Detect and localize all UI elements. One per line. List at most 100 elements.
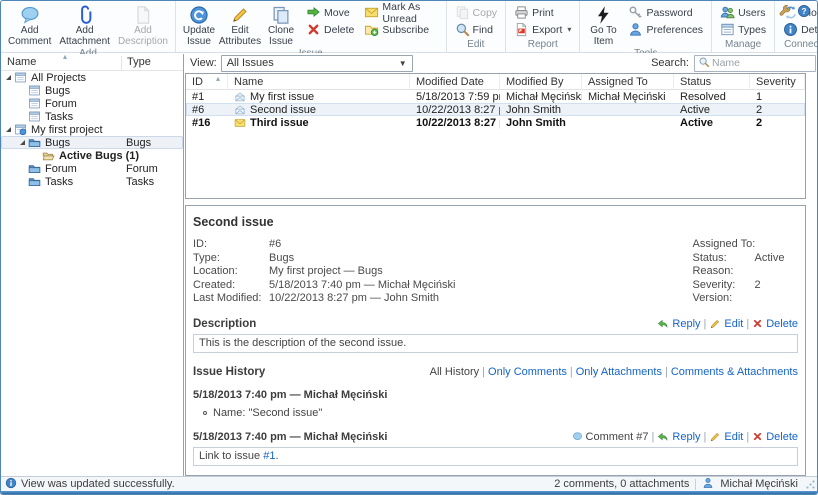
subscribe-button[interactable]: Subscribe (359, 21, 442, 38)
password-button[interactable]: Password (623, 4, 708, 21)
column-header-status[interactable]: Status (674, 74, 750, 90)
main-toolbar: AddCommentAddAttachmentAddDescriptionAdd… (1, 1, 817, 53)
info-icon (5, 477, 17, 492)
tree-item-tasks[interactable]: TasksTasks (1, 175, 183, 188)
issue-details-panel: Second issue ID:#6Type:BugsLocation:My f… (185, 205, 806, 476)
expander-icon[interactable] (20, 140, 25, 145)
filter-comments-attachments[interactable]: Comments & Attachments (671, 366, 798, 378)
expander-icon[interactable] (6, 127, 11, 132)
tree-item-label: All Projects (31, 72, 86, 84)
add-comment-label: AddComment (8, 26, 51, 47)
column-header-modified-date[interactable]: Modified Date (410, 74, 500, 90)
list-icon (28, 84, 41, 97)
main-area: View: All Issues ▼ Search: ID▴NameModifi… (185, 53, 816, 476)
preferences-button[interactable]: Preferences (623, 21, 708, 38)
users-button[interactable]: Users (715, 4, 771, 21)
help-icon[interactable]: ? (797, 4, 811, 21)
delete-label: Delete (324, 24, 354, 36)
issue-modified-date: 5/18/2013 7:59 pm (410, 91, 500, 103)
wrench-icon[interactable] (778, 4, 792, 21)
toolbar-stack: UsersTypes (715, 2, 771, 39)
edit-link[interactable]: Edit (709, 318, 743, 330)
filter-only-attachments[interactable]: Only Attachments (576, 366, 662, 378)
clone-issue-button[interactable]: CloneIssue (261, 2, 301, 48)
filter-only-comments[interactable]: Only Comments (488, 366, 567, 378)
attribute-label: Last Modified: (193, 292, 269, 305)
expander-icon[interactable] (6, 75, 11, 80)
issue-attributes: ID:#6Type:BugsLocation:My first project … (193, 238, 798, 305)
find-button[interactable]: Find (450, 21, 503, 38)
issue-name: My first issue (250, 91, 314, 103)
issue-modified-date: 10/22/2013 8:27 pm (410, 104, 500, 116)
add-description-button[interactable]: AddDescription (114, 2, 172, 48)
list-icon (28, 110, 41, 123)
add-comment-button[interactable]: AddComment (4, 2, 55, 48)
status-separator (695, 479, 696, 490)
status-right-area: 2 comments, 0 attachments Michał Męcińsk… (554, 477, 815, 492)
tree-item-bugs[interactable]: Bugs (1, 84, 183, 97)
sort-arrow-icon: ▴ (63, 52, 67, 61)
resize-grip[interactable] (806, 480, 815, 489)
copy-button[interactable]: Copy (450, 4, 503, 21)
go-to-item-button[interactable]: Go ToItem (583, 2, 623, 48)
tree-item-tasks[interactable]: Tasks (1, 110, 183, 123)
tree-item-forum[interactable]: ForumForum (1, 162, 183, 175)
comment-ref: Comment #7 (572, 431, 649, 443)
issue-status: Active (674, 104, 750, 116)
history-header: Issue History (193, 366, 265, 378)
status-bar: View was updated successfully. 2 comment… (1, 476, 817, 491)
add-comment-icon (20, 5, 40, 25)
delete-link[interactable]: Delete (752, 431, 798, 443)
tree-item-my-first-project[interactable]: My first project (1, 123, 183, 136)
tree-item-label: My first project (31, 124, 103, 136)
tree-item-active-bugs-1-[interactable]: Active Bugs (1) (1, 149, 183, 162)
tree-column-type[interactable]: Type (121, 56, 151, 70)
issue-severity: 1 (750, 91, 805, 103)
tree-item-all-projects[interactable]: All Projects (1, 71, 183, 84)
issue-row-1[interactable]: #1My first issue5/18/2013 7:59 pmMichał … (186, 90, 805, 103)
update-issue-button[interactable]: UpdateIssue (179, 2, 219, 48)
column-header-name[interactable]: Name (228, 74, 410, 90)
attribute-value (754, 265, 784, 278)
tree-item-bugs[interactable]: BugsBugs (1, 136, 183, 149)
reply-link[interactable]: Reply (657, 431, 700, 443)
comment-box: Link to issue #1. (193, 447, 798, 466)
edit-attributes-button[interactable]: EditAttributes (219, 2, 261, 48)
find-icon (455, 22, 470, 37)
issue-row-6[interactable]: #6Second issue10/22/2013 8:27 pmJohn Smi… (186, 103, 805, 116)
status-counts: 2 comments, 0 attachments (554, 478, 689, 490)
tree-column-name[interactable]: Name (7, 56, 36, 68)
tree-item-forum[interactable]: Forum (1, 97, 183, 110)
details-label: Details (801, 24, 818, 36)
print-icon (514, 5, 529, 20)
move-button[interactable]: Move (301, 4, 359, 21)
delete-button[interactable]: Delete (301, 21, 359, 38)
export-icon (514, 22, 529, 37)
column-header-modified-by[interactable]: Modified By (500, 74, 582, 90)
view-selector[interactable]: All Issues ▼ (221, 55, 413, 72)
envelope-open-icon (234, 104, 246, 116)
edit-link[interactable]: Edit (709, 431, 743, 443)
tree-item-type: Forum (126, 163, 158, 175)
delete-link[interactable]: Delete (752, 318, 798, 330)
column-header-id[interactable]: ID▴ (186, 74, 228, 90)
reply-link[interactable]: Reply (657, 318, 700, 330)
change-text: Name: "Second issue" (213, 407, 322, 420)
column-header-assigned-to[interactable]: Assigned To (582, 74, 674, 90)
issue-ref-link[interactable]: #1 (263, 450, 275, 462)
filter-all-history[interactable]: All History (430, 366, 480, 378)
search-input[interactable] (710, 56, 812, 70)
history-filters: All History|Only Comments|Only Attachmen… (430, 366, 798, 378)
types-button[interactable]: Types (715, 21, 771, 38)
mark-as-unread-button[interactable]: Mark As Unread (359, 4, 442, 21)
print-button[interactable]: Print (509, 4, 576, 21)
tree-item-label: Active Bugs (1) (59, 150, 139, 162)
issue-row-16[interactable]: #16Third issue10/22/2013 8:27 pmJohn Smi… (186, 116, 805, 129)
export-button[interactable]: Export▾ (509, 21, 576, 38)
details-button[interactable]: Details (778, 21, 818, 38)
add-attachment-button[interactable]: AddAttachment (55, 2, 114, 48)
folder-open-icon (42, 149, 55, 162)
column-header-severity[interactable]: Severity (750, 74, 805, 90)
toolbar-group-edit: CopyFindEdit (447, 1, 507, 52)
go-to-item-label: Go ToItem (590, 26, 617, 47)
